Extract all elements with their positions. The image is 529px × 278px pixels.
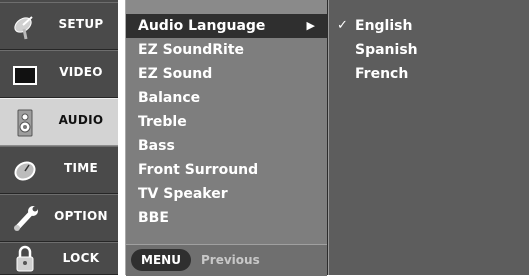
menu-item-treble[interactable]: Treble — [126, 110, 327, 134]
category-label: AUDIO — [58, 113, 104, 127]
menu-item-label: Balance — [138, 90, 201, 106]
menu-item-label: Audio Language — [138, 18, 266, 34]
clock-icon — [10, 156, 40, 186]
category-label: LOCK — [62, 251, 100, 265]
menu-item-front-surround[interactable]: Front Surround — [126, 158, 327, 182]
submenu-arrow-icon: ▶ — [306, 19, 315, 32]
option-label: English — [355, 18, 413, 34]
menu-item-label: TV Speaker — [138, 186, 228, 202]
category-label: SETUP — [58, 17, 104, 31]
menu-item-label: Bass — [138, 138, 175, 154]
menu-item-balance[interactable]: Balance — [126, 86, 327, 110]
menu-top-edge — [126, 0, 327, 14]
category-label: TIME — [64, 161, 98, 175]
audio-menu: Audio Language ▶ EZ SoundRite EZ Sound B… — [125, 0, 328, 276]
option-spanish[interactable]: Spanish — [329, 38, 529, 62]
menu-item-label: EZ Sound — [138, 66, 213, 82]
category-option[interactable]: OPTION — [0, 194, 118, 242]
menu-key-button[interactable]: MENU — [131, 249, 191, 271]
speaker-icon — [10, 108, 40, 138]
category-audio[interactable]: AUDIO — [0, 98, 118, 146]
category-video[interactable]: VIDEO — [0, 50, 118, 98]
menu-item-bass[interactable]: Bass — [126, 134, 327, 158]
menu-item-label: EZ SoundRite — [138, 42, 245, 58]
tv-screen-icon — [10, 60, 40, 90]
category-setup[interactable]: SETUP — [0, 2, 118, 50]
category-label: OPTION — [54, 209, 108, 223]
option-label: Spanish — [355, 42, 418, 58]
wrench-icon — [10, 204, 40, 234]
satellite-dish-icon — [10, 12, 40, 42]
menu-key-hint: Previous — [201, 253, 260, 267]
menu-item-label: Treble — [138, 114, 187, 130]
category-label: VIDEO — [59, 65, 103, 79]
separator — [118, 0, 125, 275]
menu-item-bbe[interactable]: BBE — [126, 206, 327, 230]
menu-item-label: Front Surround — [138, 162, 259, 178]
category-lock[interactable]: LOCK — [0, 242, 118, 275]
menu-item-tv-speaker[interactable]: TV Speaker — [126, 182, 327, 206]
menu-footer: MENU Previous — [126, 244, 327, 276]
checkmark-icon: ✓ — [337, 18, 348, 33]
padlock-icon — [10, 244, 40, 274]
option-label: French — [355, 66, 409, 82]
option-french[interactable]: French — [329, 62, 529, 86]
menu-item-ez-soundrite[interactable]: EZ SoundRite — [126, 38, 327, 62]
category-rail: SETUP VIDEO AUDIO TIME OPTION LOCK — [0, 0, 118, 275]
menu-item-audio-language[interactable]: Audio Language ▶ — [126, 14, 327, 38]
audio-language-options: ✓ English Spanish French — [328, 0, 529, 275]
menu-item-ez-sound[interactable]: EZ Sound — [126, 62, 327, 86]
category-time[interactable]: TIME — [0, 146, 118, 194]
menu-item-label: BBE — [138, 210, 169, 226]
option-english[interactable]: ✓ English — [329, 14, 529, 38]
